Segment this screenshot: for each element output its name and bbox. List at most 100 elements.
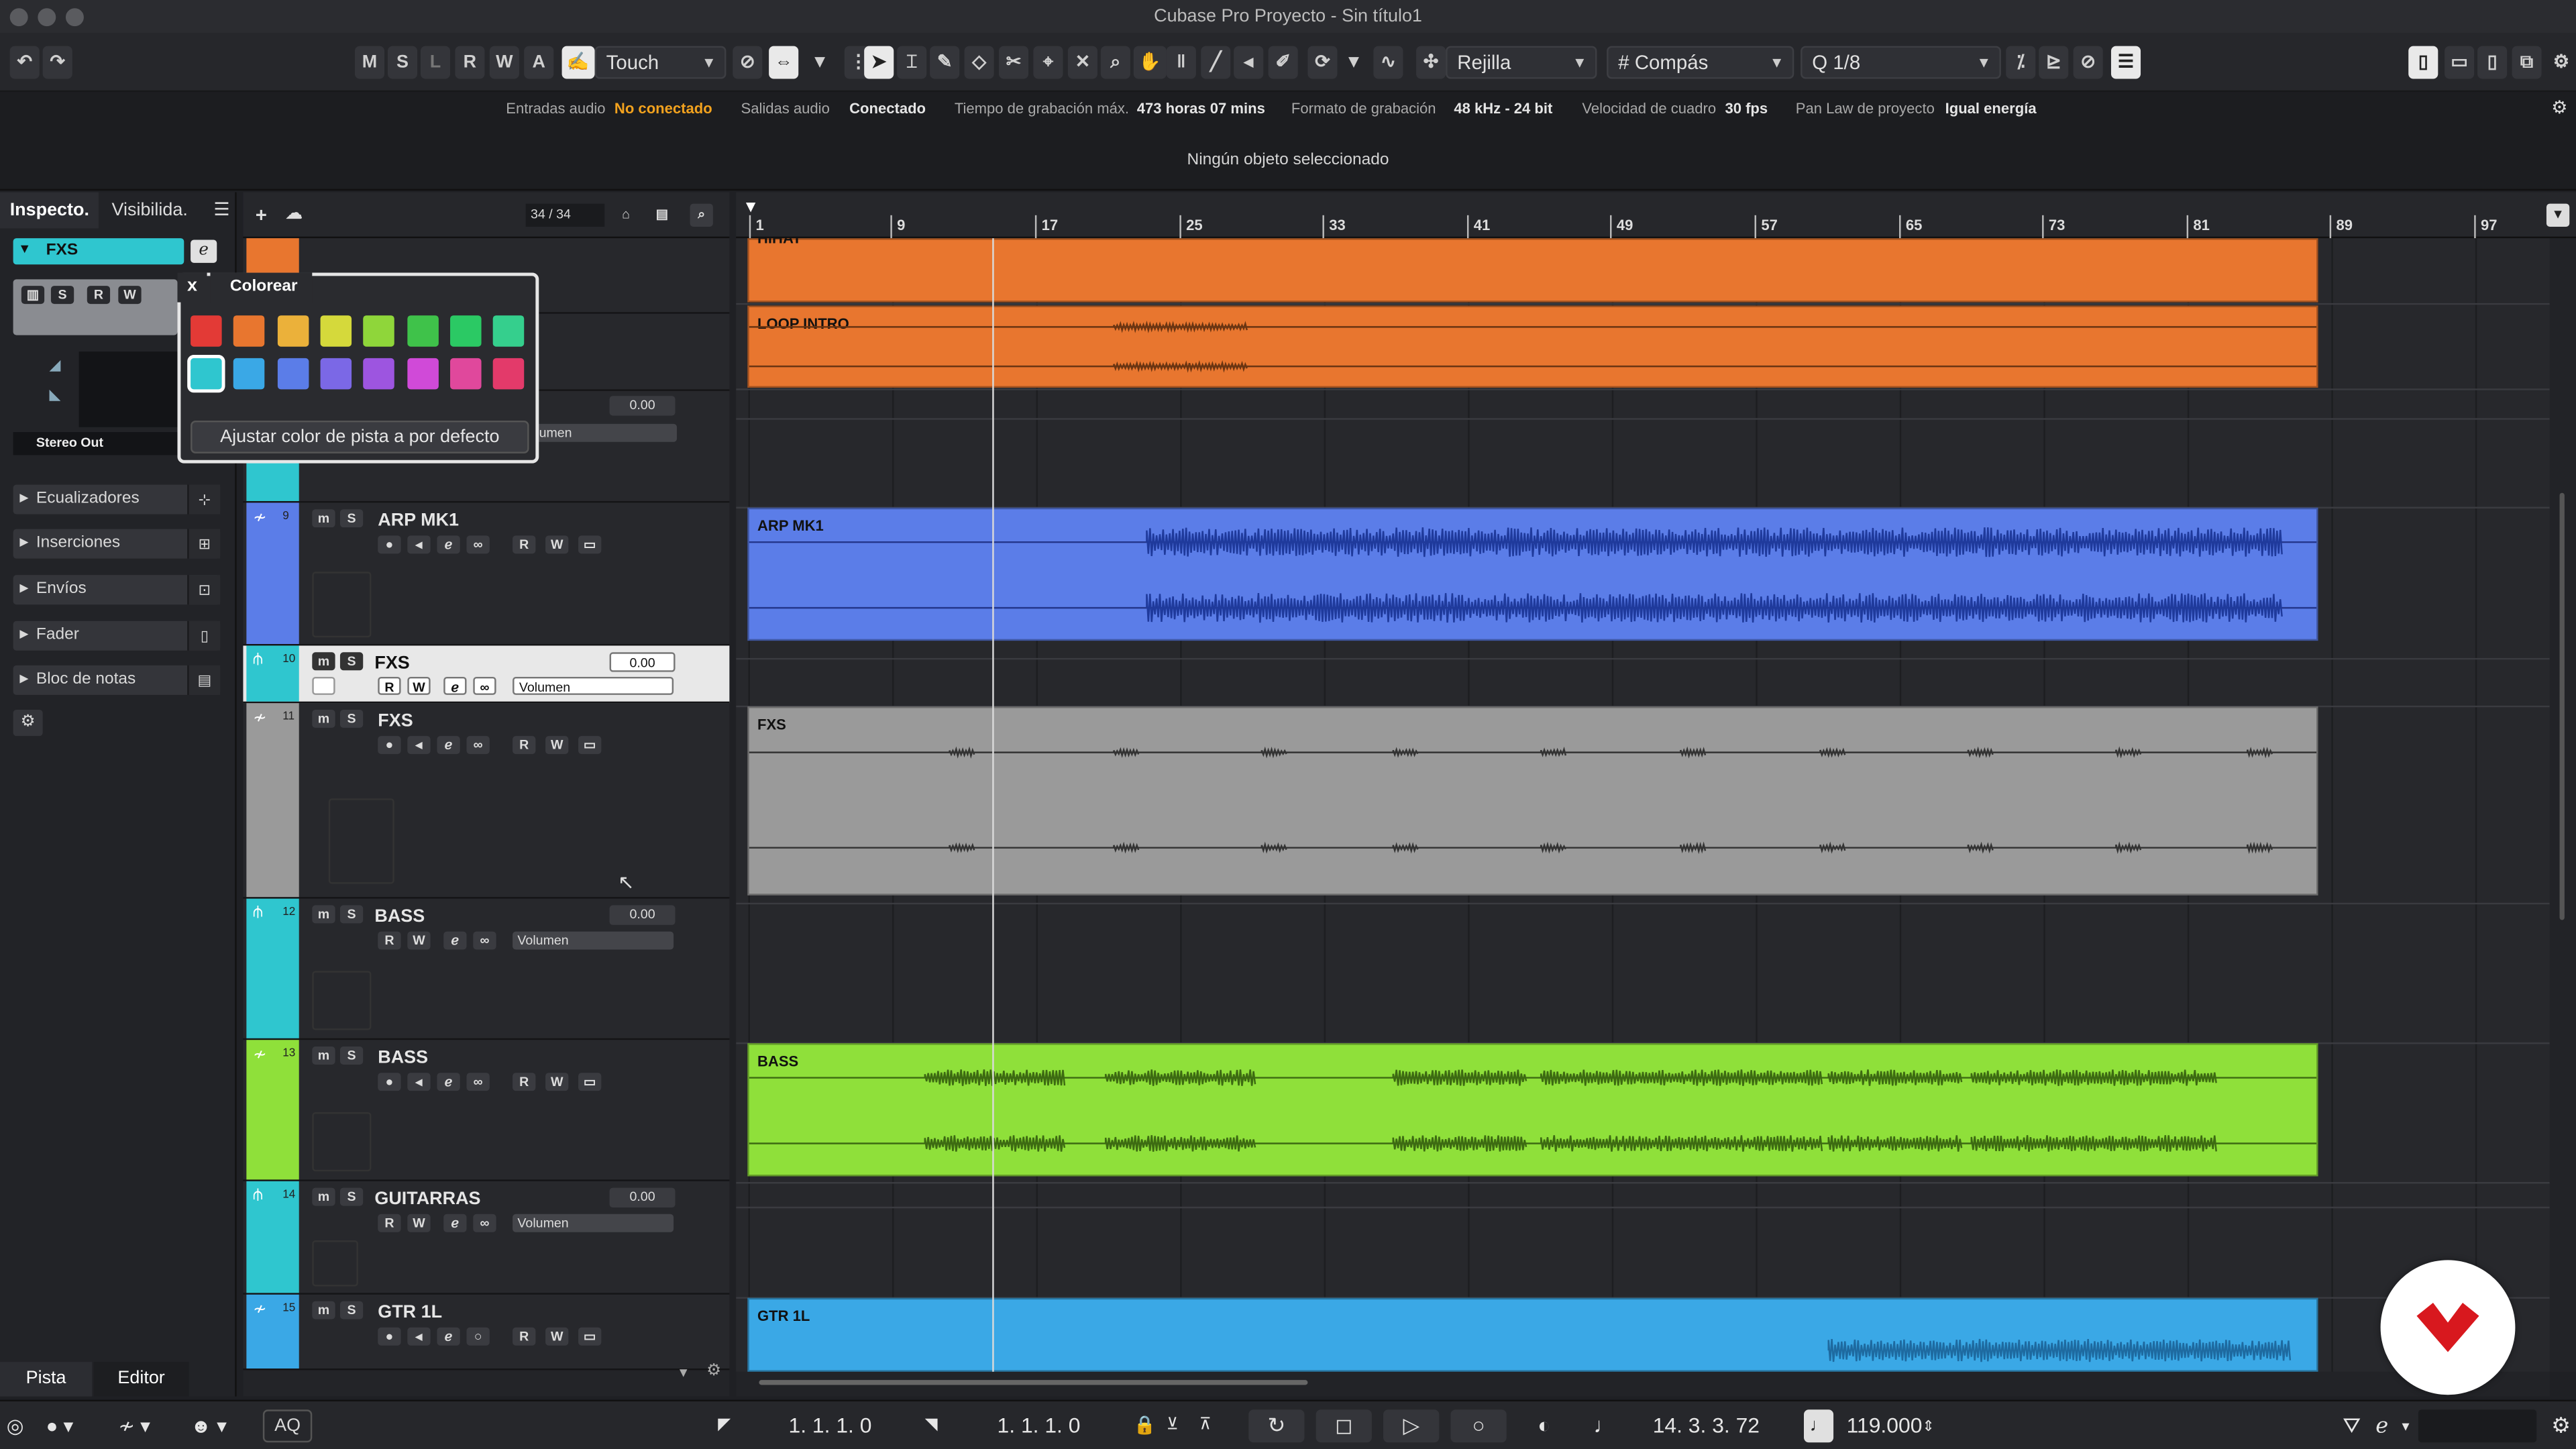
write-button[interactable]: W xyxy=(545,1073,569,1091)
write-button[interactable]: W xyxy=(407,1214,431,1232)
menu-icon[interactable]: ☰ xyxy=(204,193,233,229)
play-button[interactable]: ▷ xyxy=(1383,1409,1440,1443)
click-settings-icon[interactable]: ℯ xyxy=(2375,1411,2388,1441)
write-automation-button[interactable]: W xyxy=(489,46,519,79)
mute-button[interactable]: m xyxy=(312,1187,335,1206)
track-gtr-1l[interactable]: ≁ 15 m S GTR 1L ● ◂ ℯ ○ R W ▭ xyxy=(243,1294,730,1371)
add-track-from-template-icon[interactable]: ☁ xyxy=(282,204,305,227)
autoscroll-icon[interactable]: ⇔ xyxy=(769,46,799,79)
edit-channel-icon[interactable]: ℯ xyxy=(191,239,217,263)
monitor-button[interactable]: ▥ xyxy=(21,286,45,305)
preroll-icon[interactable]: ☻ ▾ xyxy=(191,1411,227,1441)
monitor-button[interactable]: ◂ xyxy=(407,1073,431,1091)
auto-quantize-button[interactable]: AQ xyxy=(262,1409,313,1443)
redo-icon[interactable]: ↷ xyxy=(42,46,72,79)
read-button[interactable]: R xyxy=(513,535,536,554)
auto-fades-icon[interactable]: ∿ xyxy=(1373,46,1403,79)
horizontal-scroll-thumb[interactable] xyxy=(759,1380,1308,1385)
pencil-tool-icon[interactable]: ✎ xyxy=(930,46,960,79)
solo-button[interactable]: S xyxy=(339,1187,364,1206)
record-enable-button[interactable]: ● xyxy=(378,535,401,554)
color-swatch[interactable] xyxy=(492,358,525,390)
left-locator-icon[interactable]: ◤ xyxy=(718,1411,731,1441)
color-swatch[interactable] xyxy=(363,358,395,390)
punch-out-icon[interactable]: ⊼ xyxy=(1199,1411,1212,1441)
track-picture[interactable] xyxy=(312,971,372,1030)
close-window-button[interactable] xyxy=(9,8,28,27)
position-display[interactable]: 14. 3. 3. 72 xyxy=(1653,1411,1784,1441)
quantize-reset-icon[interactable]: ⊘ xyxy=(2073,46,2103,79)
stop-button[interactable]: ◻ xyxy=(1316,1409,1372,1443)
tab-inspector[interactable]: Inspecto. xyxy=(0,192,99,229)
lock-icon[interactable]: 🔒 xyxy=(1134,1411,1157,1441)
metronome-icon[interactable]: ⛛ xyxy=(2343,1411,2361,1441)
color-swatch[interactable] xyxy=(320,358,352,390)
suspend-automation-icon[interactable]: ⊘ xyxy=(733,46,763,79)
color-swatch[interactable] xyxy=(191,358,222,390)
track-arp-mk1[interactable]: ≁ 9 m S ARP MK1 ● ◂ ℯ ∞ R W ▭ xyxy=(243,502,730,646)
color-swatch[interactable] xyxy=(191,315,222,347)
output-routing[interactable]: Stereo Out xyxy=(13,432,178,455)
track-fxs[interactable]: ≁ 11 m S FXS ● ◂ ℯ ∞ R W ▭ ↖ xyxy=(243,703,730,899)
project-window[interactable]: HIHAT LOOP INTRO ARP MK1 FXS BASS GTR 1L xyxy=(736,238,2550,1372)
close-icon[interactable]: x xyxy=(177,272,207,303)
color-swatch[interactable] xyxy=(492,315,525,347)
solo-button[interactable]: S xyxy=(339,905,364,924)
snap-toggle-icon[interactable]: ✣ xyxy=(1416,46,1446,79)
reset-track-color-button[interactable]: Ajustar color de pista a por defecto xyxy=(191,420,529,453)
solo-button[interactable]: S xyxy=(50,286,74,305)
zoom-window-button[interactable] xyxy=(65,8,84,27)
inspector-track-name[interactable]: FXS xyxy=(13,238,184,265)
speaker-tool-icon[interactable]: ◂ xyxy=(1234,46,1264,79)
link-button[interactable]: ∞ xyxy=(466,1073,490,1091)
write-button[interactable]: W xyxy=(118,286,142,305)
monitor-button[interactable]: ◂ xyxy=(407,736,431,755)
automation-panel-button[interactable]: A xyxy=(524,46,554,79)
nudge-icon[interactable]: ⟳ xyxy=(1307,46,1338,79)
tempo-track-icon[interactable]: ♩ xyxy=(1804,1409,1834,1443)
ruler-menu-icon[interactable]: ▼ xyxy=(2546,203,2570,227)
track-list-menu-icon[interactable]: ▤ xyxy=(651,204,674,227)
vertical-scroll-thumb[interactable] xyxy=(2559,492,2565,920)
track-bass-group[interactable]: ⫛ 12 m S BASS 0.00 R W ℯ ∞ Volumen xyxy=(243,898,730,1040)
quantize-apply-icon[interactable]: ⊵ xyxy=(2039,46,2069,79)
punch-in-icon[interactable]: ⊻ xyxy=(1167,1411,1179,1441)
color-tool-icon[interactable]: ✐ xyxy=(1268,46,1298,79)
tab-editor[interactable]: Editor xyxy=(93,1362,189,1397)
ruler[interactable]: ▼ 1 9 17 25 33 41 49 57 65 73 81 89 97 ▼ xyxy=(736,192,2576,239)
read-button[interactable]: R xyxy=(513,1073,536,1091)
section-fader[interactable]: Fader▯ xyxy=(13,621,221,651)
color-swatch[interactable] xyxy=(276,358,309,390)
click-menu-icon[interactable]: ▾ xyxy=(2402,1411,2409,1441)
horizontal-scrollbar[interactable] xyxy=(736,1371,2550,1397)
track-name[interactable]: FXS xyxy=(378,711,413,731)
eraser-tool-icon[interactable]: ◇ xyxy=(964,46,994,79)
track-guitarras-group[interactable]: ⫛ 14 m S GUITARRAS 0.00 R W ℯ ∞ Volumen xyxy=(243,1181,730,1295)
range-tool-icon[interactable]: ⌶ xyxy=(897,46,927,79)
lower-zone-icon[interactable]: ▭ xyxy=(2445,46,2475,79)
mute-button[interactable]: m xyxy=(312,905,335,924)
lanes-button[interactable]: ▭ xyxy=(578,1073,602,1091)
monitor-button[interactable]: ◂ xyxy=(407,535,431,554)
color-swatch[interactable] xyxy=(449,358,482,390)
volume-field[interactable]: Volumen xyxy=(513,676,674,695)
write-button[interactable]: W xyxy=(545,1327,569,1346)
line-tool-icon[interactable]: ╱ xyxy=(1201,46,1231,79)
scissors-tool-icon[interactable]: ✂ xyxy=(998,46,1029,79)
color-swatch[interactable] xyxy=(407,315,438,347)
mute-button[interactable]: m xyxy=(312,1046,335,1065)
read-button[interactable]: R xyxy=(513,1327,536,1346)
record-enable-button[interactable]: ● xyxy=(378,1327,401,1346)
read-button[interactable]: R xyxy=(378,931,401,950)
quantize-panel-icon[interactable]: ☰ xyxy=(2110,46,2141,79)
lanes-button[interactable]: ▭ xyxy=(578,535,602,554)
tab-visibility[interactable]: Visibilida. xyxy=(102,193,204,229)
record-enable-button[interactable]: ● xyxy=(378,1073,401,1091)
write-button[interactable]: W xyxy=(545,535,569,554)
track-picture[interactable] xyxy=(312,572,372,638)
edit-channel-button[interactable]: ℯ xyxy=(437,1073,460,1091)
read-button[interactable]: R xyxy=(513,736,536,755)
vertical-scrollbar[interactable] xyxy=(2549,238,2576,1372)
solo-button[interactable]: S xyxy=(339,1046,364,1065)
comp-tool-icon[interactable]: ‖ xyxy=(1166,46,1196,79)
